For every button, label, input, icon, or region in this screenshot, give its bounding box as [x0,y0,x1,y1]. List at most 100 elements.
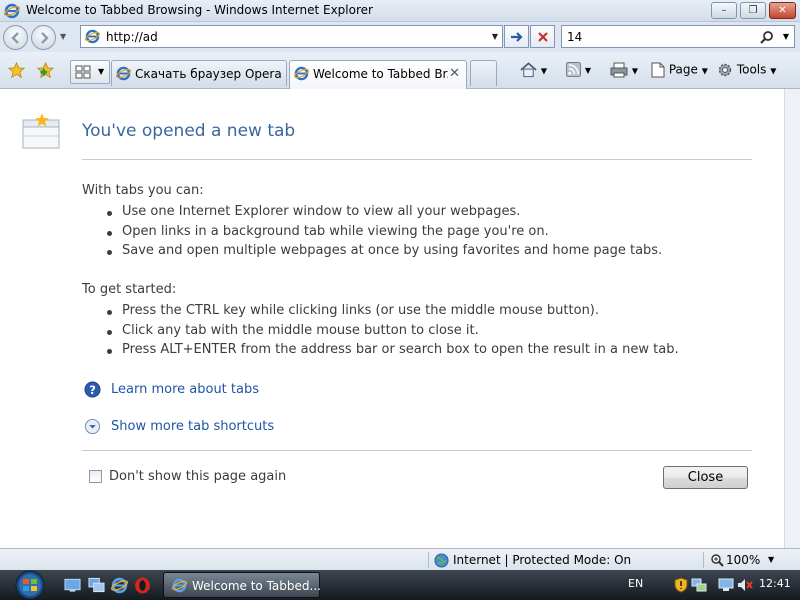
tools-menu-label: Tools [736,62,767,77]
print-button[interactable]: ▼ [610,62,638,78]
zoom-dropdown[interactable]: ▼ [768,555,774,564]
tab-label: Welcome to Tabbed Br... [313,67,448,81]
search-icon[interactable] [760,30,774,44]
divider [82,159,752,160]
vertical-scrollbar[interactable] [784,89,800,548]
ie-icon [4,3,20,19]
show-desktop-icon[interactable] [64,577,81,593]
page-menu[interactable]: Page ▼ [651,62,708,78]
quick-tabs-icon [75,65,91,79]
language-indicator[interactable]: EN [628,577,643,590]
list-item: Click any tab with the middle mouse butt… [104,323,679,343]
tab-bar: ▼ Скачать браузер Opera д... Welcome to … [0,52,800,89]
tab-opera[interactable]: Скачать браузер Opera д... [111,60,287,86]
taskbar-ie-window[interactable]: Welcome to Tabbed... [163,572,321,598]
close-tab-icon[interactable]: ✕ [449,66,460,81]
home-button[interactable]: ▼ [520,62,547,78]
stop-icon [538,32,548,42]
go-icon [511,32,523,42]
stop-button[interactable] [530,25,555,48]
security-zone-label: Internet | Protected Mode: On [453,553,632,567]
svg-text:?: ? [89,383,96,397]
address-dropdown[interactable]: ▼ [492,32,498,41]
search-input[interactable]: 14 [567,30,582,44]
expand-icon [84,418,101,435]
close-window-button[interactable]: ✕ [769,2,796,19]
list-item: Press the CTRL key while clicking links … [104,303,679,323]
new-tab-button[interactable] [470,60,497,86]
navigation-bar: ▼ http://ad ▼ 14 ▼ [0,22,800,52]
new-tab-icon [22,113,60,149]
maximize-button[interactable]: ❐ [740,2,766,19]
dont-show-again-checkbox[interactable] [89,470,102,483]
intro-list: Use one Internet Explorer window to view… [104,204,662,263]
tools-dropdown-icon: ▼ [770,66,777,76]
intro-text: With tabs you can: [82,183,204,198]
title-bar: Welcome to Tabbed Browsing - Windows Int… [0,0,800,22]
tools-menu[interactable]: Tools ▼ [717,62,776,78]
opera-icon[interactable] [134,577,151,594]
network-icon[interactable] [691,577,707,593]
started-text: To get started: [82,282,177,297]
zoom-level: 100% [726,553,761,567]
history-dropdown[interactable]: ▼ [60,32,66,41]
ie-icon [172,578,187,593]
taskbar: Welcome to Tabbed... EN 12:41 [0,570,800,600]
close-button[interactable]: Close [663,466,748,489]
ie-icon[interactable] [111,577,128,594]
monitor-icon[interactable] [718,577,734,593]
feeds-dropdown[interactable]: ▼ [585,66,591,75]
forward-button[interactable] [31,25,56,50]
window-title: Welcome to Tabbed Browsing - Windows Int… [26,3,373,17]
quick-tabs-button[interactable]: ▼ [70,60,110,84]
page-menu-label: Page [668,62,698,77]
learn-more-label[interactable]: Learn more about tabs [111,382,259,397]
print-icon [610,62,628,78]
volume-muted-icon[interactable] [737,577,753,593]
address-input[interactable]: http://ad [106,30,158,44]
add-favorite-icon[interactable] [37,62,54,79]
go-button[interactable] [504,25,529,48]
list-item: Use one Internet Explorer window to view… [104,204,662,224]
search-box[interactable]: 14 ▼ [561,25,795,48]
address-bar[interactable]: http://ad ▼ [80,25,503,48]
feeds-button[interactable]: ▼ [566,62,591,77]
status-separator [428,552,429,568]
system-clock[interactable]: 12:41 [759,577,791,590]
globe-icon [434,553,449,568]
status-separator [703,552,704,568]
divider [82,450,752,451]
ie-icon [294,66,309,81]
tab-label: Скачать браузер Opera д... [135,67,285,81]
back-icon [11,32,19,44]
page-content: You've opened a new tab With tabs you ca… [0,89,784,548]
home-icon [520,62,537,78]
page-heading: You've opened a new tab [82,121,296,141]
favorites-star-icon[interactable] [8,62,25,79]
help-icon: ? [84,381,101,398]
minimize-button[interactable]: – [711,2,737,19]
windows-orb-icon[interactable] [8,570,52,600]
feeds-icon [566,62,581,77]
tab-list-dropdown[interactable]: ▼ [98,67,104,76]
tools-gear-icon [718,63,732,77]
shield-icon[interactable] [674,577,688,593]
home-dropdown[interactable]: ▼ [541,67,547,76]
list-item: Press ALT+ENTER from the address bar or … [104,342,679,362]
show-shortcuts-label[interactable]: Show more tab shortcuts [111,419,274,434]
started-list: Press the CTRL key while clicking links … [104,303,679,362]
list-item: Save and open multiple webpages at once … [104,243,662,263]
back-button[interactable] [3,25,28,50]
list-item: Open links in a background tab while vie… [104,224,662,244]
ie-icon [116,66,131,81]
forward-icon [41,32,49,44]
page-dropdown-icon: ▼ [701,66,708,76]
tab-welcome[interactable]: Welcome to Tabbed Br... ✕ [289,60,467,89]
page-icon [651,62,665,78]
print-dropdown[interactable]: ▼ [632,67,638,76]
dont-show-again-label[interactable]: Don't show this page again [109,469,286,484]
zoom-icon [711,554,724,567]
search-provider-dropdown[interactable]: ▼ [783,32,789,41]
taskbar-window-label: Welcome to Tabbed... [192,579,321,593]
switch-windows-icon[interactable] [88,577,105,593]
